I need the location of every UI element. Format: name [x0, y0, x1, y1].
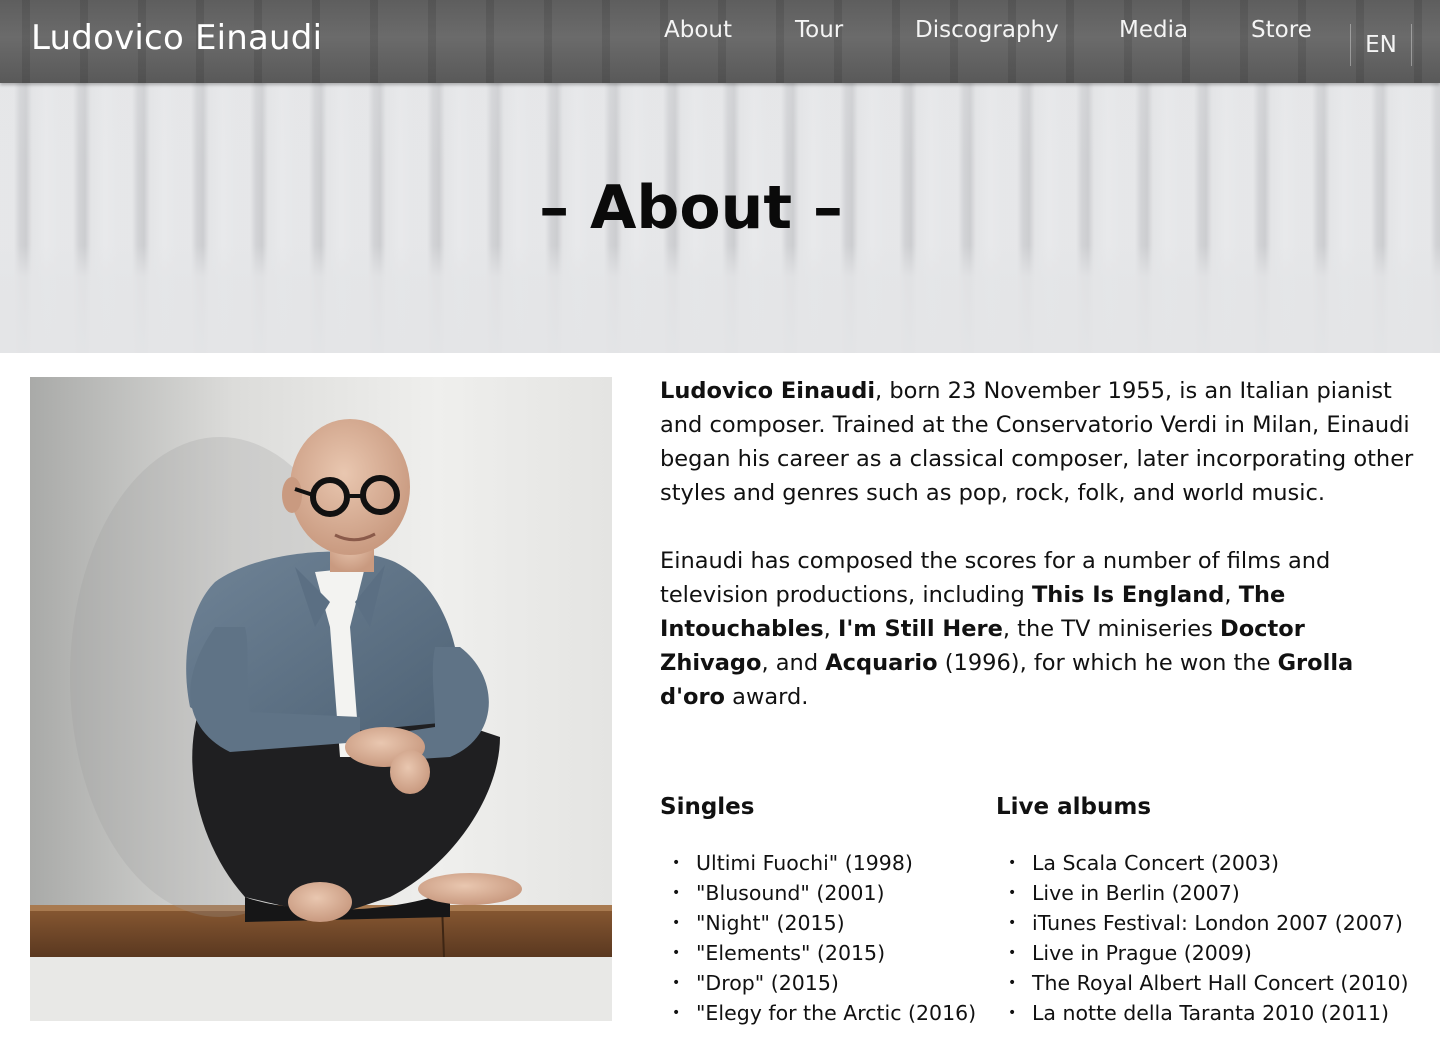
live-albums-list: La Scala Concert (2003) Live in Berlin (…: [996, 848, 1409, 1028]
portrait-illustration: [30, 377, 612, 1021]
list-item: La notte della Taranta 2010 (2011): [996, 998, 1409, 1028]
nav-link-store[interactable]: Store: [1251, 17, 1312, 43]
list-item: iTunes Festival: London 2007 (2007): [996, 908, 1409, 938]
list-item: "Night" (2015): [660, 908, 976, 938]
nav-link-tour[interactable]: Tour: [795, 17, 843, 43]
artist-portrait-photo: [30, 377, 612, 1021]
list-item: Live in Berlin (2007): [996, 878, 1409, 908]
nav-link-media[interactable]: Media: [1119, 17, 1188, 43]
nav-link-discography[interactable]: Discography: [915, 17, 1059, 43]
page-title: – About –: [539, 173, 843, 243]
nav-link-about[interactable]: About: [664, 17, 732, 43]
live-albums-heading: Live albums: [996, 794, 1152, 820]
list-item: La Scala Concert (2003): [996, 848, 1409, 878]
list-item: Live in Prague (2009): [996, 938, 1409, 968]
singles-list: Ultimi Fuochi" (1998) "Blusound" (2001) …: [660, 848, 976, 1028]
list-item: "Blusound" (2001): [660, 878, 976, 908]
top-nav-bar: Ludovico Einaudi About Tour Discography …: [0, 0, 1440, 83]
bio-paragraph-1: Ludovico Einaudi, born 23 November 1955,…: [660, 378, 1414, 506]
list-item: "Drop" (2015): [660, 968, 976, 998]
list-item: "Elements" (2015): [660, 938, 976, 968]
hero-banner: – About –: [0, 83, 1440, 353]
language-selector[interactable]: EN: [1350, 24, 1412, 66]
list-item: Ultimi Fuochi" (1998): [660, 848, 976, 878]
list-item: The Royal Albert Hall Concert (2010): [996, 968, 1409, 998]
list-item: "Elegy for the Arctic (2016): [660, 998, 976, 1028]
singles-heading: Singles: [660, 794, 755, 820]
bio-paragraph-2: Einaudi has composed the scores for a nu…: [660, 548, 1354, 710]
biography-text: Ludovico Einaudi, born 23 November 1955,…: [660, 374, 1420, 748]
site-brand[interactable]: Ludovico Einaudi: [31, 18, 322, 58]
